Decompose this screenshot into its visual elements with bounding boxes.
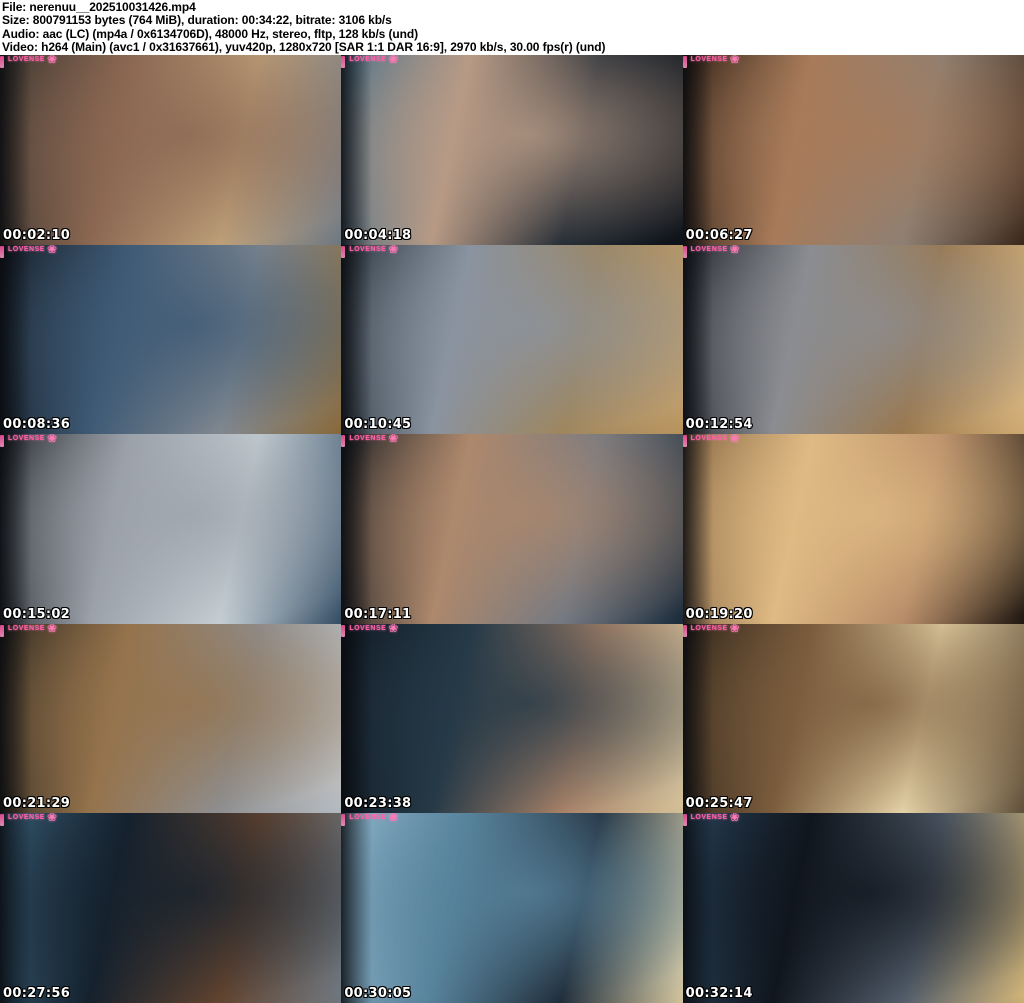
video-thumbnail: Lovense ❀ 00:15:02	[0, 434, 342, 624]
watermark-label: Lovense	[690, 56, 728, 63]
video-thumbnail: Lovense ❀ 00:12:54	[682, 244, 1024, 435]
watermark-sparkle-icon	[682, 245, 687, 258]
lovense-flower-icon: ❀	[46, 55, 58, 66]
watermark-label: Lovense	[8, 245, 45, 253]
watermark-label: Lovense	[690, 624, 728, 632]
watermark-label: Lovense	[349, 435, 387, 443]
lovense-watermark: Lovense ❀	[0, 55, 58, 68]
metadata-line-size: Size: 800791153 bytes (764 MiB), duratio…	[2, 13, 392, 28]
watermark-label: Lovense	[349, 814, 387, 822]
thumbnail-timestamp: 00:17:11	[344, 606, 412, 622]
thumbnail-timestamp: 00:23:38	[344, 796, 412, 812]
metadata-line-file: File: nerenuu__202510031426.mp4	[2, 0, 196, 14]
lovense-watermark: Lovense ❀	[0, 813, 58, 827]
watermark-sparkle-icon	[682, 624, 687, 637]
watermark-label: Lovense	[690, 435, 728, 443]
watermark-sparkle-icon	[0, 245, 4, 258]
lovense-flower-icon: ❀	[729, 623, 740, 635]
watermark-sparkle-icon	[341, 624, 346, 637]
thumbnail-timestamp: 00:06:27	[685, 227, 753, 243]
thumbnail-timestamp: 00:04:18	[344, 227, 412, 243]
lovense-watermark: Lovense ❀	[682, 244, 740, 258]
watermark-sparkle-icon	[0, 56, 4, 68]
watermark-label: Lovense	[349, 245, 387, 253]
watermark-sparkle-icon	[341, 814, 346, 827]
lovense-flower-icon: ❀	[388, 813, 399, 825]
lovense-watermark: Lovense ❀	[682, 813, 740, 827]
watermark-label: Lovense	[690, 245, 728, 253]
file-metadata-header: File: nerenuu__202510031426.mp4 Size: 80…	[0, 0, 1024, 55]
metadata-line-audio: Audio: aac (LC) (mp4a / 0x6134706D), 480…	[2, 26, 418, 41]
watermark-sparkle-icon	[341, 435, 346, 448]
lovense-watermark: Lovense ❀	[0, 244, 58, 258]
video-thumbnail: Lovense ❀ 00:17:11	[341, 434, 683, 624]
video-thumbnail: Lovense ❀ 00:19:20	[682, 434, 1024, 624]
video-thumbnail: Lovense ❀ 00:10:45	[341, 244, 683, 435]
thumbnail-grid: Lovense ❀ 00:02:10 Lovense ❀ 00:04:18 Lo…	[0, 55, 1024, 1003]
thumbnail-timestamp: 00:02:10	[3, 227, 71, 243]
lovense-flower-icon: ❀	[46, 244, 58, 256]
watermark-label: Lovense	[349, 56, 387, 63]
watermark-sparkle-icon	[0, 435, 4, 448]
lovense-watermark: Lovense ❀	[682, 55, 740, 68]
thumbnail-timestamp: 00:10:45	[344, 417, 412, 433]
lovense-watermark: Lovense ❀	[341, 623, 399, 637]
video-thumbnail: Lovense ❀ 00:32:14	[682, 813, 1024, 1003]
watermark-sparkle-icon	[0, 624, 4, 637]
thumbnail-timestamp: 00:08:36	[3, 417, 71, 433]
watermark-sparkle-icon	[682, 435, 687, 448]
thumbnail-timestamp: 00:21:29	[3, 796, 71, 812]
video-thumbnail: Lovense ❀ 00:27:56	[0, 813, 342, 1003]
video-thumbnail: Lovense ❀ 00:08:36	[0, 244, 342, 435]
video-thumbnail: Lovense ❀ 00:02:10	[0, 55, 342, 245]
video-contact-sheet: File: nerenuu__202510031426.mp4 Size: 80…	[0, 0, 1024, 1003]
thumbnail-timestamp: 00:12:54	[685, 417, 753, 433]
watermark-sparkle-icon	[682, 814, 687, 827]
video-thumbnail: Lovense ❀ 00:21:29	[0, 623, 342, 814]
lovense-watermark: Lovense ❀	[341, 244, 399, 258]
watermark-sparkle-icon	[682, 56, 687, 68]
lovense-flower-icon: ❀	[388, 244, 399, 256]
video-thumbnail: Lovense ❀ 00:04:18	[341, 55, 683, 245]
lovense-flower-icon: ❀	[388, 434, 399, 446]
video-thumbnail: Lovense ❀ 00:25:47	[682, 623, 1024, 814]
watermark-label: Lovense	[349, 624, 387, 632]
lovense-watermark: Lovense ❀	[0, 623, 58, 637]
lovense-flower-icon: ❀	[729, 55, 740, 66]
watermark-label: Lovense	[8, 814, 45, 822]
lovense-watermark: Lovense ❀	[0, 434, 58, 448]
lovense-watermark: Lovense ❀	[341, 434, 399, 448]
thumbnail-timestamp: 00:19:20	[685, 606, 753, 622]
thumbnail-timestamp: 00:15:02	[3, 606, 71, 622]
video-thumbnail: Lovense ❀ 00:23:38	[341, 623, 683, 814]
watermark-sparkle-icon	[341, 245, 346, 258]
watermark-sparkle-icon	[0, 814, 4, 827]
watermark-label: Lovense	[8, 624, 45, 632]
lovense-flower-icon: ❀	[46, 434, 58, 446]
lovense-flower-icon: ❀	[729, 813, 740, 825]
lovense-watermark: Lovense ❀	[341, 813, 399, 827]
lovense-watermark: Lovense ❀	[682, 434, 740, 448]
watermark-label: Lovense	[8, 56, 45, 63]
lovense-flower-icon: ❀	[46, 813, 58, 825]
watermark-label: Lovense	[690, 814, 728, 822]
video-thumbnail: Lovense ❀ 00:30:05	[341, 813, 683, 1003]
lovense-flower-icon: ❀	[388, 623, 399, 635]
lovense-watermark: Lovense ❀	[682, 623, 740, 637]
lovense-flower-icon: ❀	[729, 244, 740, 256]
watermark-label: Lovense	[8, 435, 45, 443]
metadata-line-video: Video: h264 (Main) (avc1 / 0x31637661), …	[2, 40, 606, 55]
thumbnail-timestamp: 00:30:05	[344, 986, 412, 1001]
thumbnail-timestamp: 00:25:47	[685, 796, 753, 812]
thumbnail-timestamp: 00:32:14	[685, 986, 753, 1001]
thumbnail-timestamp: 00:27:56	[3, 986, 71, 1001]
lovense-flower-icon: ❀	[46, 623, 58, 635]
lovense-flower-icon: ❀	[388, 55, 399, 66]
watermark-sparkle-icon	[341, 56, 346, 68]
video-thumbnail: Lovense ❀ 00:06:27	[682, 55, 1024, 245]
lovense-watermark: Lovense ❀	[341, 55, 399, 68]
lovense-flower-icon: ❀	[729, 434, 740, 446]
